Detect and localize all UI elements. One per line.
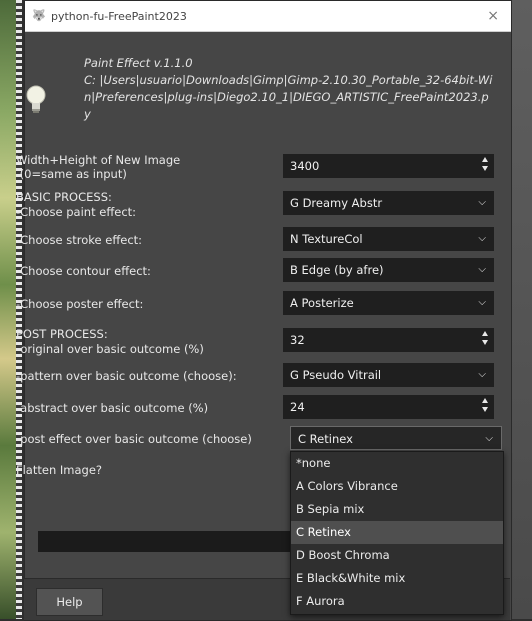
spin-arrows-icon[interactable] [482, 157, 488, 175]
abstract-label: -abstract over basic outcome (%) [16, 401, 209, 415]
dropdown-option[interactable]: A Colors Vibrance [291, 475, 503, 498]
basic-process-header: BASIC PROCESS: [16, 190, 112, 204]
poster-label: -Choose poster effect: [16, 297, 144, 311]
stroke-value: N TextureCol [290, 232, 363, 246]
spin-arrows-icon[interactable] [482, 398, 488, 416]
chevron-down-icon: ⌵ [478, 197, 486, 208]
flatten-label: Flatten Image? [16, 463, 103, 477]
window-title: python-fu-FreePaint2023 [51, 9, 187, 23]
dropdown-option[interactable]: D Boost Chroma [291, 544, 503, 567]
original-spinbox[interactable]: 32 [283, 328, 494, 352]
paint-label: -Choose paint effect: [16, 205, 137, 219]
script-info: Paint Effect v.1.1.0 C: |Users|usuario|D… [84, 55, 494, 123]
title-bar: 🐺 python-fu-FreePaint2023 × [25, 1, 511, 32]
dropdown-option[interactable]: *none [291, 452, 503, 475]
abstract-value: 24 [290, 400, 305, 414]
chevron-down-icon: ⌵ [478, 264, 486, 275]
post-effect-dropdown: *none A Colors Vibrance B Sepia mix C Re… [290, 451, 504, 615]
chevron-down-icon: ⌵ [478, 233, 486, 244]
stroke-label: -Choose stroke effect: [16, 233, 143, 247]
chevron-down-icon: ⌵ [478, 369, 486, 380]
post-process-header: POST PROCESS: [16, 327, 108, 341]
original-label: -original over basic outcome (%) [16, 342, 204, 356]
paint-select[interactable]: G Dreamy Abstr ⌵ [283, 191, 494, 215]
post-effect-select[interactable]: C Retinex ⌵ [290, 426, 502, 450]
script-version: Paint Effect v.1.1.0 [84, 56, 193, 70]
contour-select[interactable]: B Edge (by afre) ⌵ [283, 258, 494, 282]
close-button[interactable]: × [487, 8, 499, 24]
help-button[interactable]: Help [36, 588, 103, 616]
dropdown-option-selected[interactable]: C Retinex [291, 521, 503, 544]
pattern-label: -pattern over basic outcome (choose): [16, 369, 237, 383]
poster-select[interactable]: A Posterize ⌵ [283, 291, 494, 315]
lightbulb-icon [26, 85, 46, 113]
size-label: Width+Height of New Image (0=same as inp… [16, 153, 181, 181]
post-effect-value: C Retinex [298, 432, 353, 446]
stroke-select[interactable]: N TextureCol ⌵ [283, 227, 494, 251]
dropdown-option[interactable]: F Aurora [291, 590, 503, 613]
chevron-down-icon: ⌵ [485, 433, 493, 444]
gimp-wilber-icon: 🐺 [32, 9, 46, 22]
spin-arrows-icon[interactable] [482, 331, 488, 349]
post-effect-label: -post effect over basic outcome (choose) [16, 432, 252, 446]
contour-value: B Edge (by afre) [290, 263, 384, 277]
paint-value: G Dreamy Abstr [290, 196, 383, 210]
progress-bar [38, 531, 291, 552]
script-path: C: |Users|usuario|Downloads|Gimp|Gimp-2.… [84, 73, 493, 121]
poster-value: A Posterize [290, 296, 354, 310]
pattern-select[interactable]: G Pseudo Vitrail ⌵ [283, 363, 494, 387]
size-spinbox[interactable]: 3400 [283, 154, 494, 178]
original-value: 32 [290, 333, 305, 347]
contour-label: -Choose contour effect: [16, 264, 151, 278]
abstract-spinbox[interactable]: 24 [283, 395, 494, 419]
dropdown-option[interactable]: E Black&White mix [291, 567, 503, 590]
chevron-down-icon: ⌵ [478, 297, 486, 308]
dropdown-option[interactable]: B Sepia mix [291, 498, 503, 521]
pattern-value: G Pseudo Vitrail [290, 368, 382, 382]
size-value: 3400 [290, 159, 320, 173]
